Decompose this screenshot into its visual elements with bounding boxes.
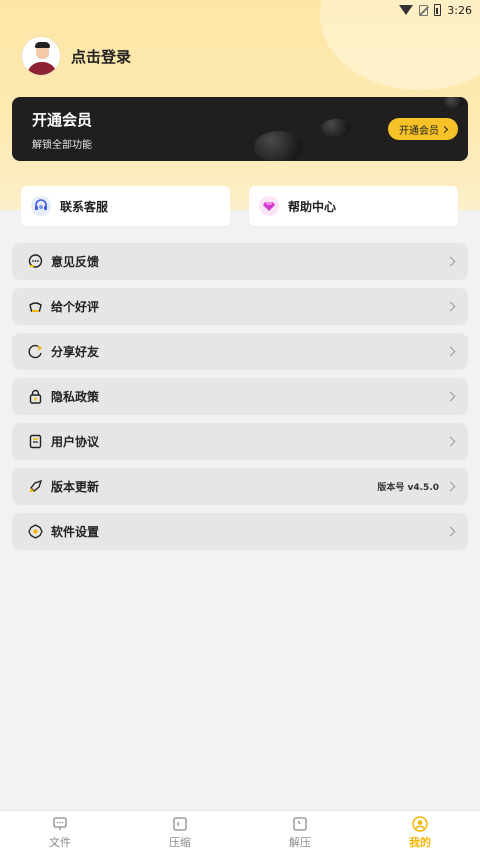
thumbs-up-icon	[27, 299, 43, 315]
decor-pebble	[321, 119, 351, 137]
menu-label-feedback: 意见反馈	[51, 255, 100, 269]
tab-label-extract: 解压	[289, 836, 311, 849]
lock-icon	[27, 389, 43, 405]
file-icon	[53, 817, 67, 830]
tab-compress[interactable]: 压缩	[120, 811, 240, 855]
menu-item-share[interactable]: 分享好友	[12, 333, 468, 370]
menu-label-settings: 软件设置	[51, 525, 100, 539]
menu-label-update: 版本更新	[51, 480, 100, 494]
menu-label-rate: 给个好评	[51, 300, 100, 314]
chevron-right-icon	[440, 125, 449, 133]
diamond-icon	[259, 196, 279, 216]
status-bar: 3:26	[0, 0, 480, 20]
settings-menu: 意见反馈 给个好评 分享好友 隐私政策 用户协议 版本更新 版本号 v4.5.0…	[12, 243, 468, 558]
version-number: 版本号 v4.5.0	[377, 483, 439, 493]
menu-item-update[interactable]: 版本更新 版本号 v4.5.0	[12, 468, 468, 505]
document-icon	[27, 434, 43, 450]
tab-file[interactable]: 文件	[0, 811, 120, 855]
rocket-icon	[27, 479, 43, 495]
help-center-label: 帮助中心	[288, 199, 337, 214]
decor-pebble	[444, 97, 464, 109]
menu-item-feedback[interactable]: 意见反馈	[12, 243, 468, 280]
compress-icon	[173, 817, 187, 831]
vip-card[interactable]: 开通会员 解锁全部功能 开通会员	[12, 97, 468, 161]
chevron-right-icon	[445, 391, 456, 402]
contact-service-button[interactable]: 联系客服	[21, 186, 230, 226]
chevron-right-icon	[445, 256, 456, 267]
menu-label-privacy: 隐私政策	[51, 390, 100, 404]
menu-item-privacy[interactable]: 隐私政策	[12, 378, 468, 415]
menu-item-rate[interactable]: 给个好评	[12, 288, 468, 325]
login-text[interactable]: 点击登录	[71, 46, 131, 67]
headset-icon	[31, 196, 51, 216]
menu-label-share: 分享好友	[51, 345, 100, 359]
open-vip-button-label: 开通会员	[399, 125, 439, 137]
profile-icon	[412, 816, 428, 832]
battery-icon	[434, 4, 442, 16]
no-sim-icon	[419, 4, 429, 16]
decor-pebble	[254, 131, 304, 161]
bottom-tab-bar: 文件 压缩 解压 我的	[0, 810, 480, 855]
menu-item-settings[interactable]: 软件设置	[12, 513, 468, 550]
tab-profile[interactable]: 我的	[360, 811, 480, 855]
login-row[interactable]: 点击登录	[21, 36, 131, 76]
vip-title: 开通会员	[32, 111, 93, 129]
menu-label-agreement: 用户协议	[51, 435, 100, 449]
chevron-right-icon	[445, 346, 456, 357]
chevron-right-icon	[445, 301, 456, 312]
tab-label-compress: 压缩	[169, 836, 191, 849]
contact-service-label: 联系客服	[60, 199, 109, 214]
chevron-right-icon	[445, 436, 456, 447]
chevron-right-icon	[445, 526, 456, 537]
extract-icon	[293, 817, 307, 831]
avatar[interactable]	[21, 36, 61, 76]
gear-icon	[27, 524, 43, 540]
tab-label-profile: 我的	[409, 836, 431, 849]
open-vip-button[interactable]: 开通会员	[388, 118, 458, 140]
vip-subtitle: 解锁全部功能	[32, 140, 92, 151]
help-center-button[interactable]: 帮助中心	[249, 186, 458, 226]
tab-extract[interactable]: 解压	[240, 811, 360, 855]
status-time: 3:26	[447, 3, 472, 17]
tab-label-file: 文件	[49, 836, 71, 849]
wifi-icon	[399, 5, 414, 15]
chevron-right-icon	[445, 481, 456, 492]
feedback-icon	[27, 254, 43, 270]
menu-item-agreement[interactable]: 用户协议	[12, 423, 468, 460]
share-icon	[27, 344, 43, 360]
